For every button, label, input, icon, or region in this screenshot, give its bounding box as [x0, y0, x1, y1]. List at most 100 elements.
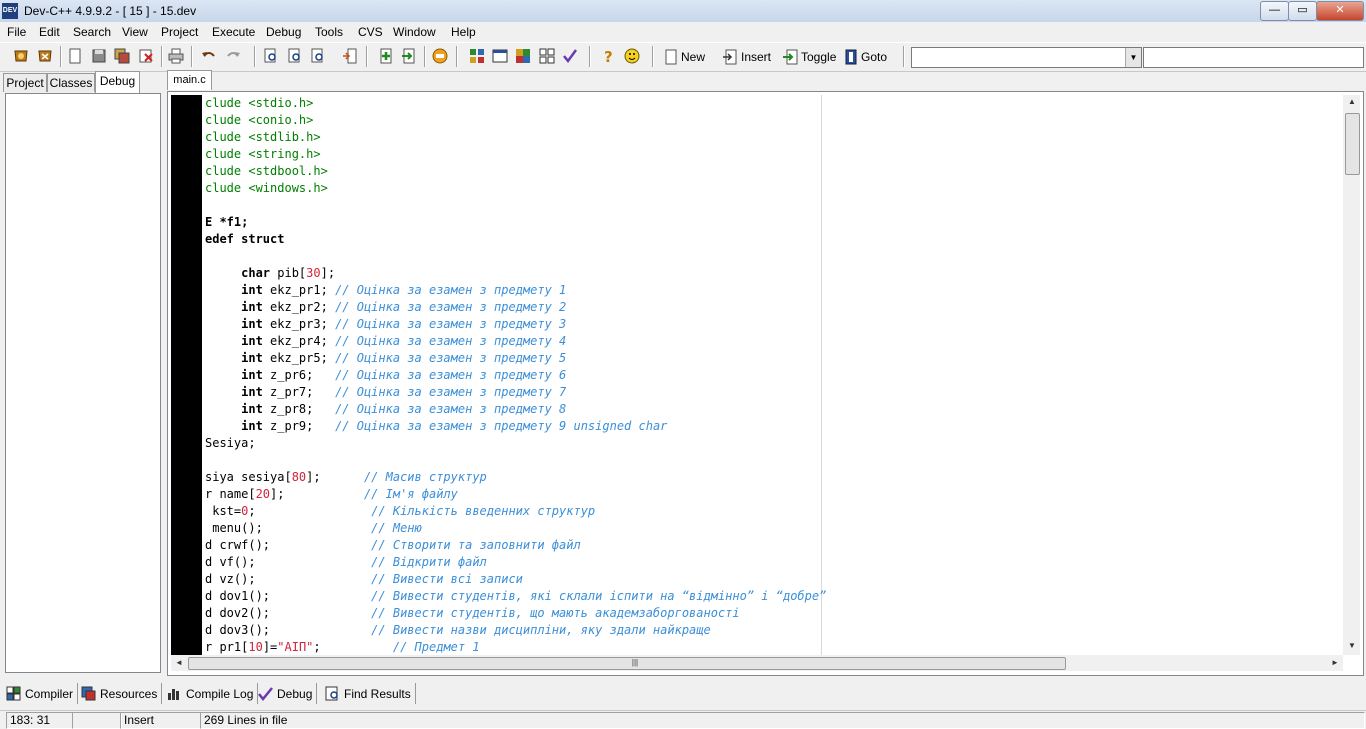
maximize-button[interactable]: ▭: [1288, 1, 1317, 21]
class-combo[interactable]: ▼: [911, 47, 1142, 68]
compile-run-icon[interactable]: [514, 47, 532, 65]
editor-tab-main-c[interactable]: main.c: [167, 70, 212, 90]
about-icon[interactable]: [623, 47, 641, 65]
close-button[interactable]: ✕: [1316, 1, 1364, 21]
code-line[interactable]: int z_pr8; // Оцінка за езамен з предмет…: [205, 401, 1341, 418]
code-line[interactable]: char pib[30];: [205, 265, 1341, 282]
code-line[interactable]: d dov1(); // Вивести студентів, які скла…: [205, 588, 1341, 605]
code-line[interactable]: d dov2(); // Вивести студентів, що мають…: [205, 605, 1341, 622]
app-icon[interactable]: DEV: [2, 3, 18, 19]
save-all-icon[interactable]: [113, 47, 131, 65]
tab-compiler[interactable]: Compiler: [6, 683, 79, 704]
chevron-down-icon[interactable]: ▼: [1125, 48, 1141, 67]
run-icon[interactable]: [491, 47, 509, 65]
code-line[interactable]: Sesiya;: [205, 435, 1341, 452]
code-line[interactable]: clude <string.h>: [205, 146, 1341, 163]
menu-search[interactable]: Search: [73, 25, 111, 39]
close-file-icon[interactable]: [137, 47, 155, 65]
help-icon[interactable]: ?: [600, 47, 618, 65]
compile-icon[interactable]: [468, 47, 486, 65]
code-line[interactable]: int z_pr9; // Оцінка за езамен з предмет…: [205, 418, 1341, 435]
menu-help[interactable]: Help: [451, 25, 476, 39]
code-line[interactable]: [205, 197, 1341, 214]
code-line[interactable]: int ekz_pr3; // Оцінка за езамен з предм…: [205, 316, 1341, 333]
menu-cvs[interactable]: CVS: [358, 25, 383, 39]
insert-icon: [723, 49, 737, 65]
scroll-left-icon[interactable]: ◄: [174, 658, 184, 667]
minimize-button[interactable]: —: [1260, 1, 1289, 21]
find-next-icon[interactable]: [309, 47, 327, 65]
code-line[interactable]: kst=0; // Кількість введенних структур: [205, 503, 1341, 520]
debug-panel[interactable]: [5, 93, 161, 673]
code-editor[interactable]: clude <stdio.h> clude <conio.h> clude <std…: [205, 95, 1341, 655]
menu-tools[interactable]: Tools: [315, 25, 343, 39]
code-line[interactable]: int ekz_pr5; // Оцінка за езамен з предм…: [205, 350, 1341, 367]
code-line[interactable]: d crwf(); // Створити та заповнити файл: [205, 537, 1341, 554]
menu-project[interactable]: Project: [161, 25, 198, 39]
vertical-scrollbar[interactable]: [1343, 95, 1360, 655]
toggle-bookmark-button[interactable]: Toggle: [782, 48, 836, 66]
horizontal-scroll-thumb[interactable]: [188, 657, 1066, 670]
new-class-button[interactable]: New: [664, 48, 705, 66]
code-line[interactable]: [205, 248, 1341, 265]
code-line[interactable]: int ekz_pr2; // Оцінка за езамен з предм…: [205, 299, 1341, 316]
open-project-icon[interactable]: [12, 47, 30, 65]
tab-debug[interactable]: Debug: [95, 71, 140, 93]
code-line[interactable]: clude <conio.h>: [205, 112, 1341, 129]
code-line[interactable]: r name[20]; // Ім'я файлу: [205, 486, 1341, 503]
goto-icon: [845, 49, 857, 65]
code-line[interactable]: d vf(); // Відкрити файл: [205, 554, 1341, 571]
remove-from-project-icon[interactable]: [400, 47, 418, 65]
menu-window[interactable]: Window: [393, 25, 436, 39]
code-line[interactable]: edef struct: [205, 231, 1341, 248]
undo-icon[interactable]: [200, 47, 218, 65]
tab-project[interactable]: Project: [3, 73, 47, 92]
code-comment: // Оцінка за езамен з предмету 2: [335, 300, 567, 314]
goto-bookmark-button[interactable]: Goto: [844, 48, 887, 66]
vertical-scroll-thumb[interactable]: [1345, 113, 1360, 175]
new-file-icon[interactable]: [66, 47, 84, 65]
code-line[interactable]: d vz(); // Вивести всі записи: [205, 571, 1341, 588]
tab-find-results[interactable]: Find Results: [325, 683, 416, 704]
tab-classes[interactable]: Classes: [47, 73, 95, 92]
code-line[interactable]: int ekz_pr4; // Оцінка за езамен з предм…: [205, 333, 1341, 350]
replace-icon[interactable]: [286, 47, 304, 65]
editor-gutter[interactable]: [171, 95, 202, 655]
code-line[interactable]: E *f1;: [205, 214, 1341, 231]
rebuild-all-icon[interactable]: [538, 47, 556, 65]
redo-icon[interactable]: [224, 47, 242, 65]
code-line[interactable]: clude <stdlib.h>: [205, 129, 1341, 146]
code-line[interactable]: clude <windows.h>: [205, 180, 1341, 197]
print-icon[interactable]: [167, 47, 185, 65]
code-line[interactable]: d dov3(); // Вивести назви дисципліни, я…: [205, 622, 1341, 639]
code-line[interactable]: int z_pr7; // Оцінка за езамен з предмет…: [205, 384, 1341, 401]
menu-execute[interactable]: Execute: [212, 25, 255, 39]
code-line[interactable]: int z_pr6; // Оцінка за езамен з предмет…: [205, 367, 1341, 384]
code-line[interactable]: menu(); // Меню: [205, 520, 1341, 537]
code-line[interactable]: [205, 452, 1341, 469]
scroll-down-icon[interactable]: ▼: [1346, 641, 1358, 650]
save-icon[interactable]: [90, 47, 108, 65]
menu-file[interactable]: File: [7, 25, 26, 39]
goto-line-icon[interactable]: [341, 47, 359, 65]
close-project-icon[interactable]: [36, 47, 54, 65]
code-line[interactable]: int ekz_pr1; // Оцінка за езамен з предм…: [205, 282, 1341, 299]
menu-view[interactable]: View: [122, 25, 148, 39]
insert-button[interactable]: Insert: [722, 48, 771, 66]
code-line[interactable]: clude <stdio.h>: [205, 95, 1341, 112]
menu-debug[interactable]: Debug: [266, 25, 301, 39]
code-line[interactable]: r pr1[10]="АІП"; // Предмет 1: [205, 639, 1341, 655]
find-icon[interactable]: [262, 47, 280, 65]
tab-resources[interactable]: Resources: [81, 683, 163, 704]
scroll-up-icon[interactable]: ▲: [1346, 97, 1358, 106]
member-combo[interactable]: [1143, 47, 1364, 68]
add-to-project-icon[interactable]: [377, 47, 395, 65]
code-line[interactable]: siya sesiya[80]; // Масив структур: [205, 469, 1341, 486]
code-line[interactable]: clude <stdbool.h>: [205, 163, 1341, 180]
tab-debug-output[interactable]: Debug: [258, 683, 318, 704]
check-syntax-icon[interactable]: [561, 47, 579, 65]
scroll-right-icon[interactable]: ►: [1330, 658, 1340, 667]
tab-compile-log[interactable]: Compile Log: [167, 683, 259, 704]
project-options-icon[interactable]: [431, 47, 449, 65]
menu-edit[interactable]: Edit: [39, 25, 60, 39]
